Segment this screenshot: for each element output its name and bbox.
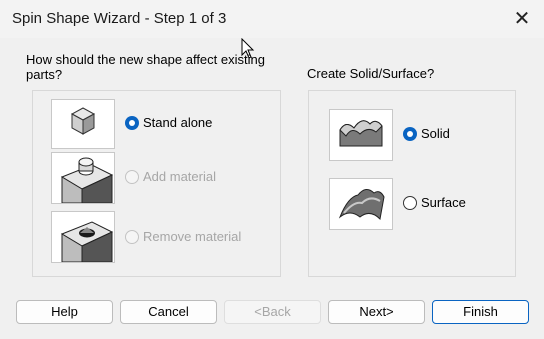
surface-shape-icon <box>338 189 385 221</box>
help-button[interactable]: Help <box>16 300 113 324</box>
add-material-label: Add material <box>143 169 216 184</box>
solid-label: Solid <box>421 126 450 141</box>
shape-effect-question: How should the new shape affect existing… <box>26 52 265 82</box>
close-button[interactable]: ✕ <box>508 6 536 32</box>
cancel-button[interactable]: Cancel <box>120 300 217 324</box>
solid-surface-question: Create Solid/Surface? <box>307 66 435 81</box>
close-icon: ✕ <box>513 8 531 30</box>
add-material-thumbnail <box>51 152 115 204</box>
stand-alone-radio[interactable]: Stand alone <box>125 115 212 130</box>
stand-alone-thumbnail <box>51 99 115 149</box>
add-material-radio[interactable]: Add material <box>125 169 216 184</box>
back-button[interactable]: <Back <box>224 300 321 324</box>
radio-disabled-icon <box>125 229 139 244</box>
solid-radio[interactable]: Solid <box>403 126 450 141</box>
cube-icon <box>70 107 96 135</box>
radio-unselected-icon <box>403 195 417 210</box>
remove-material-thumbnail <box>51 211 115 263</box>
surface-label: Surface <box>421 195 466 210</box>
finish-button[interactable]: Finish <box>432 300 529 324</box>
remove-material-radio[interactable]: Remove material <box>125 229 241 244</box>
surface-radio[interactable]: Surface <box>403 195 466 210</box>
add-material-icon <box>60 157 114 204</box>
remove-material-label: Remove material <box>143 229 242 244</box>
solid-thumbnail <box>329 109 393 161</box>
next-button[interactable]: Next> <box>328 300 425 324</box>
stand-alone-label: Stand alone <box>143 115 213 130</box>
window-title: Spin Shape Wizard - Step 1 of 3 <box>12 10 227 27</box>
radio-selected-icon <box>125 115 139 130</box>
remove-material-icon <box>60 221 114 263</box>
surface-thumbnail <box>329 178 393 230</box>
solid-shape-icon <box>339 120 383 147</box>
radio-selected-icon <box>403 126 417 141</box>
radio-disabled-icon <box>125 169 139 184</box>
